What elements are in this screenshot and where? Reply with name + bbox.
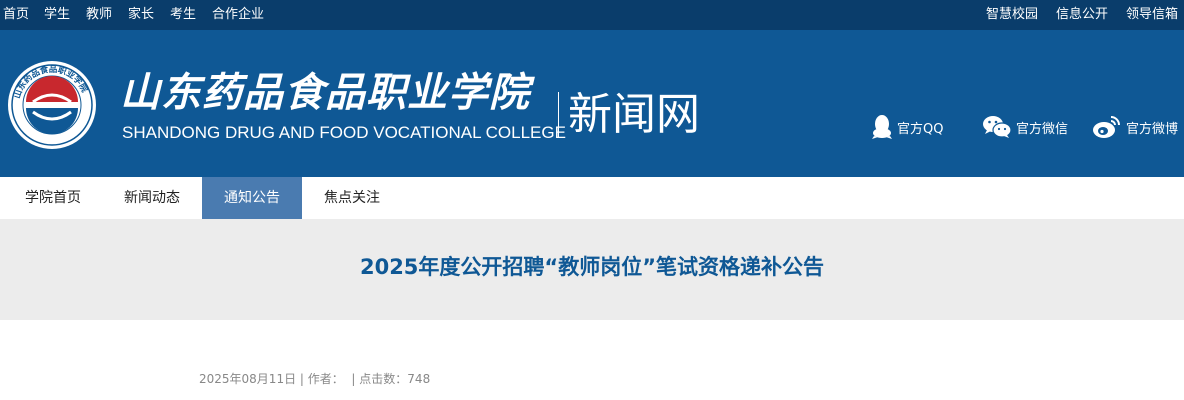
college-name-en: SHANDONG DRUG AND FOOD VOCATIONAL COLLEG… (122, 123, 566, 142)
top-link-teachers[interactable]: 教师 (86, 0, 112, 30)
article-title: 2025年度公开招聘“教师岗位”笔试资格递补公告 (359, 255, 825, 279)
official-weibo-label: 官方微博 (1126, 121, 1179, 137)
article-date: 2025年08月11日 (199, 372, 297, 386)
top-link-home[interactable]: 首页 (3, 0, 29, 30)
meta-separator: | (296, 372, 308, 386)
official-wechat-link[interactable]: 官方微信 (982, 112, 1068, 142)
nav-item-focus[interactable]: 焦点关注 (302, 177, 402, 219)
top-link-partners[interactable]: 合作企业 (212, 0, 264, 30)
wechat-icon (983, 116, 1012, 138)
top-link-students[interactable]: 学生 (44, 0, 70, 30)
header-divider (558, 92, 559, 138)
qq-icon (872, 115, 892, 139)
top-utility-bar: 首页 学生 教师 家长 考生 合作企业 智慧校园 信息公开 领导信箱 (0, 0, 1184, 30)
article-meta: 2025年08月11日 | 作者： | 点击数：748 (199, 370, 430, 388)
official-qq-link[interactable]: 官方QQ (871, 112, 943, 142)
nav-item-notices[interactable]: 通知公告 (202, 177, 302, 219)
article-author-label: 作者： (307, 372, 344, 386)
official-weibo-link[interactable]: 官方微博 (1092, 112, 1178, 142)
main-nav: 学院首页 新闻动态 通知公告 焦点关注 (0, 177, 1184, 219)
article-hits-label: 点击数： (359, 372, 408, 386)
official-qq-label: 官方QQ (897, 121, 944, 137)
top-link-info-disclosure[interactable]: 信息公开 (1056, 0, 1108, 30)
top-link-parents[interactable]: 家长 (128, 0, 154, 30)
nav-item-news[interactable]: 新闻动态 (102, 177, 202, 219)
top-link-leader-mailbox[interactable]: 领导信箱 (1126, 0, 1178, 30)
meta-separator: | (343, 372, 360, 386)
article-title-band: 2025年度公开招聘“教师岗位”笔试资格递补公告 (0, 219, 1184, 320)
site-title: 新闻网 (568, 89, 700, 140)
site-header: 山东药品食品职业学院 山东药品食品职业学院 SHANDONG DRUG AND … (0, 30, 1184, 177)
college-logo[interactable]: 山东药品食品职业学院 (7, 60, 97, 150)
top-link-smart-campus[interactable]: 智慧校园 (986, 0, 1038, 30)
weibo-icon (1093, 116, 1120, 138)
college-name-cn: 山东药品食品职业学院 (120, 69, 530, 116)
official-wechat-label: 官方微信 (1016, 121, 1069, 137)
nav-item-college-home[interactable]: 学院首页 (3, 177, 103, 219)
top-link-applicants[interactable]: 考生 (170, 0, 196, 30)
article-hits-count: 748 (407, 372, 431, 386)
